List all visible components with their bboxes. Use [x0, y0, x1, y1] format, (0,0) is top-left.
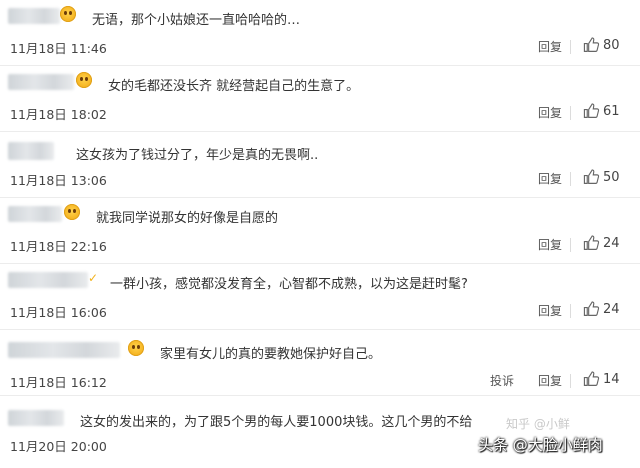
comment-time: 11月18日 22:16 [10, 239, 107, 254]
comment-text: 这女的发出来的，为了跟5个男的每人要1000块钱。这几个男的不给 [80, 415, 473, 430]
like-count: 24 [603, 236, 620, 251]
comment-time: 11月18日 13:06 [10, 173, 107, 188]
comment-time: 11月20日 20:00 [10, 439, 107, 454]
emoji-badge-icon [64, 204, 80, 220]
thumbs-up-icon[interactable] [583, 102, 600, 120]
divider [570, 106, 571, 120]
divider [570, 40, 571, 54]
thumbs-up-icon[interactable] [583, 370, 600, 388]
comment-time: 11月18日 16:06 [10, 305, 107, 320]
divider [570, 304, 571, 318]
reply-button[interactable]: 回复 [538, 302, 562, 319]
comment-time: 11月18日 16:12 [10, 375, 107, 390]
comment-item: 家里有女儿的真的要教她保护好自己。 11月18日 16:12 投诉 回复 14 [0, 330, 640, 396]
emoji-badge-icon [60, 6, 76, 22]
comment-text: 女的毛都还没长齐 就经营起自己的生意了。 [108, 79, 360, 94]
reply-button[interactable]: 回复 [538, 104, 562, 121]
reply-button[interactable]: 回复 [538, 170, 562, 187]
like-count: 24 [603, 302, 620, 317]
username-blurred[interactable] [8, 410, 64, 426]
username-blurred[interactable] [8, 142, 54, 160]
username-blurred[interactable] [8, 272, 88, 288]
username-blurred[interactable] [8, 8, 60, 24]
username-blurred[interactable] [8, 74, 74, 90]
divider [570, 238, 571, 252]
like-count: 50 [603, 170, 620, 185]
reply-button[interactable]: 回复 [538, 236, 562, 253]
comment-text: 就我同学说那女的好像是自愿的 [96, 211, 279, 226]
comment-text: 一群小孩，感觉都没发育全，心智都不成熟，以为这是赶时髦? [110, 277, 468, 292]
comment-time: 11月18日 11:46 [10, 41, 107, 56]
comment-text: 这女孩为了钱过分了，年少是真的无畏啊.. [76, 148, 319, 163]
comment-item: ✓ 一群小孩，感觉都没发育全，心智都不成熟，以为这是赶时髦? 11月18日 16… [0, 264, 640, 330]
thumbs-up-icon[interactable] [583, 36, 600, 54]
comment-text: 无语，那个小姑娘还一直哈哈哈的… [92, 13, 301, 28]
comment-text: 家里有女儿的真的要教她保护好自己。 [160, 347, 382, 362]
watermark-zhihu: 知乎 @小鲜 [506, 417, 570, 431]
like-count: 14 [603, 372, 620, 387]
comment-item: 女的毛都还没长齐 就经营起自己的生意了。 11月18日 18:02 回复 61 [0, 66, 640, 132]
username-blurred[interactable] [8, 342, 120, 358]
reply-button[interactable]: 回复 [538, 372, 562, 389]
username-blurred[interactable] [8, 206, 62, 222]
divider [570, 374, 571, 388]
report-button[interactable]: 投诉 [490, 372, 514, 389]
emoji-badge-icon [76, 72, 92, 88]
comment-item: 无语，那个小姑娘还一直哈哈哈的… 11月18日 11:46 回复 80 [0, 0, 640, 66]
divider [570, 172, 571, 186]
thumbs-up-icon[interactable] [583, 168, 600, 186]
like-count: 61 [603, 104, 620, 119]
comment-time: 11月18日 18:02 [10, 107, 107, 122]
comment-item: 这女孩为了钱过分了，年少是真的无畏啊.. 11月18日 13:06 回复 50 [0, 132, 640, 198]
comment-item: 就我同学说那女的好像是自愿的 11月18日 22:16 回复 24 [0, 198, 640, 264]
reply-button[interactable]: 回复 [538, 38, 562, 55]
thumbs-up-icon[interactable] [583, 234, 600, 252]
thumbs-up-icon[interactable] [583, 300, 600, 318]
emoji-badge-icon: ✓ [88, 271, 99, 285]
like-count: 80 [603, 38, 620, 53]
watermark-toutiao: 头条 @大脸小鲜肉 [478, 436, 603, 454]
emoji-badge-icon [128, 340, 144, 356]
